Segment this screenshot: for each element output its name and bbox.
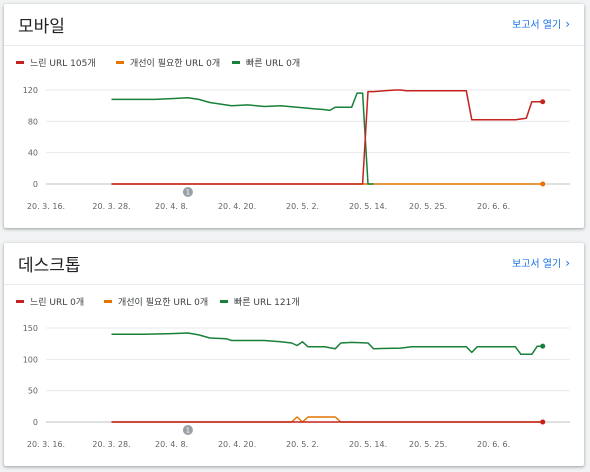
y-tick-label: 50 bbox=[28, 387, 38, 396]
legend-swatch-needs-improvement bbox=[116, 61, 124, 64]
x-tick-label: 20. 3. 16. bbox=[27, 440, 65, 449]
card-title: 데스크톱 bbox=[18, 256, 81, 276]
x-tick-label: 20. 3. 16. bbox=[27, 202, 65, 211]
legend-swatch-needs-improvement bbox=[104, 300, 112, 303]
x-tick-label: 20. 5. 25. bbox=[409, 440, 447, 449]
legend-item-slow[interactable]: 느린 URL 0개 bbox=[16, 295, 84, 308]
legend-label: 느린 URL 105개 bbox=[30, 59, 96, 69]
open-report-label: 보고서 열기 bbox=[512, 259, 562, 270]
series-line-fast bbox=[111, 92, 374, 185]
y-tick-label: 80 bbox=[28, 117, 38, 126]
mobile-card: 0 40 80 120 20. 3. 16. 20. 3. 28. 20. 4. 8. 20.… bbox=[4, 4, 584, 228]
legend-item-fast[interactable]: 빠른 URL 0개 bbox=[232, 56, 300, 69]
annotation-label: 1 bbox=[186, 427, 190, 435]
x-tick-label: 20. 5. 14. bbox=[349, 202, 387, 211]
chevron-right-icon: › bbox=[565, 16, 570, 31]
legend-label: 빠른 URL 0개 bbox=[246, 59, 301, 69]
annotation-label: 1 bbox=[186, 189, 190, 197]
y-tick-label: 150 bbox=[23, 324, 38, 333]
legend-item-needs-improvement[interactable]: 개선이 필요한 URL 0개 bbox=[116, 56, 220, 69]
open-report-link[interactable]: 보고서 열기 › bbox=[512, 255, 570, 271]
series-line-slow bbox=[111, 89, 543, 185]
legend-swatch-fast bbox=[220, 300, 228, 303]
legend-item-fast[interactable]: 빠른 URL 121개 bbox=[220, 295, 300, 308]
x-tick-label: 20. 4. 8. bbox=[155, 202, 188, 211]
x-tick-label: 20. 5. 2. bbox=[286, 202, 319, 211]
legend-label: 개선이 필요한 URL 0개 bbox=[118, 298, 209, 308]
x-tick-label: 20. 3. 28. bbox=[92, 202, 130, 211]
series-end-point bbox=[540, 419, 546, 425]
legend-label: 빠른 URL 121개 bbox=[234, 298, 300, 308]
y-tick-label: 120 bbox=[23, 86, 38, 95]
x-tick-label: 20. 4. 20. bbox=[218, 202, 256, 211]
legend-label: 개선이 필요한 URL 0개 bbox=[130, 59, 221, 69]
card-header: 모바일 보고서 열기 › bbox=[4, 4, 584, 46]
x-tick-label: 20. 6. 6. bbox=[477, 202, 510, 211]
chevron-right-icon: › bbox=[565, 255, 570, 270]
series-end-point bbox=[540, 99, 546, 105]
open-report-link[interactable]: 보고서 열기 › bbox=[512, 16, 570, 32]
x-tick-label: 20. 5. 2. bbox=[286, 440, 319, 449]
series-end-point bbox=[540, 181, 546, 187]
card-title: 모바일 bbox=[18, 17, 65, 37]
series-end-point bbox=[540, 343, 546, 349]
legend-swatch-slow bbox=[16, 300, 24, 303]
legend-item-needs-improvement[interactable]: 개선이 필요한 URL 0개 bbox=[104, 295, 208, 308]
legend-item-slow[interactable]: 느린 URL 105개 bbox=[16, 56, 96, 69]
card-header: 데스크톱 보고서 열기 › bbox=[4, 243, 584, 285]
y-tick-label: 0 bbox=[33, 418, 38, 427]
x-tick-label: 20. 5. 14. bbox=[349, 440, 387, 449]
y-tick-label: 0 bbox=[33, 180, 38, 189]
legend-label: 느린 URL 0개 bbox=[30, 298, 85, 308]
x-tick-label: 20. 6. 6. bbox=[477, 440, 510, 449]
series-line-fast bbox=[111, 332, 543, 356]
x-tick-label: 20. 4. 20. bbox=[218, 440, 256, 449]
desktop-card: 0 50 100 150 20. 3. 16. 20. 3. 28. 20. 4. 8. 20… bbox=[4, 243, 584, 466]
x-tick-label: 20. 5. 25. bbox=[409, 202, 447, 211]
x-tick-label: 20. 3. 28. bbox=[92, 440, 130, 449]
y-tick-label: 40 bbox=[28, 149, 38, 158]
legend-swatch-slow bbox=[16, 61, 24, 64]
y-tick-label: 100 bbox=[23, 355, 38, 364]
legend-swatch-fast bbox=[232, 61, 240, 64]
x-tick-label: 20. 4. 8. bbox=[155, 440, 188, 449]
open-report-label: 보고서 열기 bbox=[512, 20, 562, 31]
